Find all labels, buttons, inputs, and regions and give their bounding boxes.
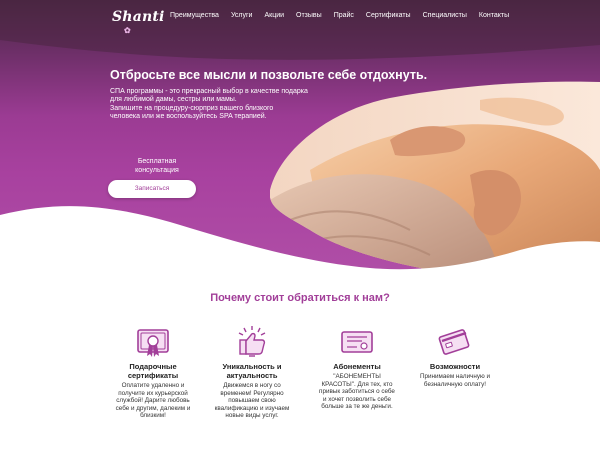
- signup-button[interactable]: Записаться: [108, 180, 196, 198]
- feature-title-line: Уникальность и: [222, 362, 282, 371]
- diploma-icon: [341, 331, 373, 353]
- feature-text-line: службой! Дарите любовь: [116, 397, 190, 405]
- feature-text-line: близким!: [140, 412, 166, 420]
- feature-title: Уникальность и актуальность: [197, 362, 307, 380]
- nav-item-specialists[interactable]: Специалисты: [423, 12, 467, 24]
- nav-item-contacts[interactable]: Контакты: [479, 12, 509, 24]
- feature-text-line: безналичную оплату!: [423, 380, 487, 388]
- hero-lead-line: человека или же воспользуйтесь SPA терап…: [110, 113, 267, 121]
- feature-title: Возможности: [400, 362, 510, 371]
- why-us-title: Почему стоит обратиться к нам?: [210, 292, 390, 304]
- feature-text-line: Движемся в ногу со: [223, 382, 281, 389]
- feature-payment-options: Возможности Принимаем наличную и безнали…: [400, 325, 510, 388]
- feature-text-line: квалификацию и изучаем: [214, 404, 290, 412]
- nav-item-benefits[interactable]: Преимущества: [170, 12, 219, 24]
- main-nav: Преимущества Услуги Акции Отзывы Прайс С…: [170, 12, 521, 24]
- feature-text-line: повышаем свою: [228, 397, 276, 405]
- feature-gift-certificates: Подарочные сертификаты Оплатите удаленно…: [98, 325, 208, 420]
- feature-title-line: Подарочные: [129, 362, 177, 371]
- feature-text-line: новые виды услуг.: [225, 412, 279, 420]
- feature-title-line: актуальность: [226, 371, 278, 380]
- feature-title: Подарочные сертификаты: [98, 362, 208, 380]
- feature-text-line: привык заботиться о себе: [319, 388, 395, 396]
- nav-item-certificates[interactable]: Сертификаты: [366, 12, 411, 24]
- feature-subscriptions: Абонементы "АБОНЕМЕНТЫ КРАСОТЫ". Для тех…: [302, 325, 412, 411]
- thumbs-up-icon: [238, 326, 266, 357]
- feature-uniqueness: Уникальность и актуальность Движемся в н…: [197, 325, 307, 420]
- feature-text-line: "АБОНЕМЕНТЫ: [333, 373, 381, 380]
- nav-item-services[interactable]: Услуги: [231, 12, 253, 24]
- nav-item-promos[interactable]: Акции: [264, 12, 284, 24]
- feature-text-line: временем! Регулярно: [220, 389, 284, 397]
- logo-text: Shanti: [112, 9, 165, 25]
- feature-title: Абонементы: [302, 362, 412, 371]
- hero-section: Shanti ✿ Преимущества Услуги Акции Отзыв…: [0, 0, 600, 290]
- feature-title-line: сертификаты: [127, 371, 179, 380]
- credit-card-icon: [438, 329, 470, 355]
- hero-lead-line: Запишите на процедуру-сюрприз вашего бли…: [110, 104, 274, 112]
- free-consultation-label: Бесплатная консультация: [112, 157, 202, 175]
- hero-lead: СПА программы - это прекрасный выбор в к…: [110, 88, 330, 122]
- consult-line: консультация: [135, 167, 179, 174]
- hero-wave: [0, 0, 600, 290]
- certificate-icon: [137, 329, 169, 357]
- feature-text: Оплатите удаленно и получите их курьерск…: [98, 382, 208, 420]
- hero-lead-line: для любимой дамы, сестры или мамы.: [110, 96, 237, 104]
- feature-text-line: больше за те же деньги.: [321, 403, 393, 411]
- hero-headline: Отбросьте все мысли и позвольте себе отд…: [110, 68, 428, 82]
- feature-title-line: Абонементы: [333, 362, 381, 371]
- lotus-icon: ✿: [124, 25, 131, 35]
- feature-text-line: Оплатите удаленно и: [121, 382, 185, 389]
- brand-logo[interactable]: Shanti ✿: [112, 9, 164, 35]
- consult-line: Бесплатная: [137, 158, 177, 165]
- feature-title-line: Возможности: [429, 362, 481, 371]
- nav-item-reviews[interactable]: Отзывы: [296, 12, 322, 24]
- feature-text: "АБОНЕМЕНТЫ КРАСОТЫ". Для тех, кто привы…: [302, 373, 412, 411]
- feature-text: Движемся в ногу со временем! Регулярно п…: [197, 382, 307, 420]
- feature-text: Принимаем наличную и безналичную оплату!: [400, 373, 510, 388]
- feature-text-line: Принимаем наличную и: [419, 373, 491, 380]
- nav-item-prices[interactable]: Прайс: [334, 12, 354, 24]
